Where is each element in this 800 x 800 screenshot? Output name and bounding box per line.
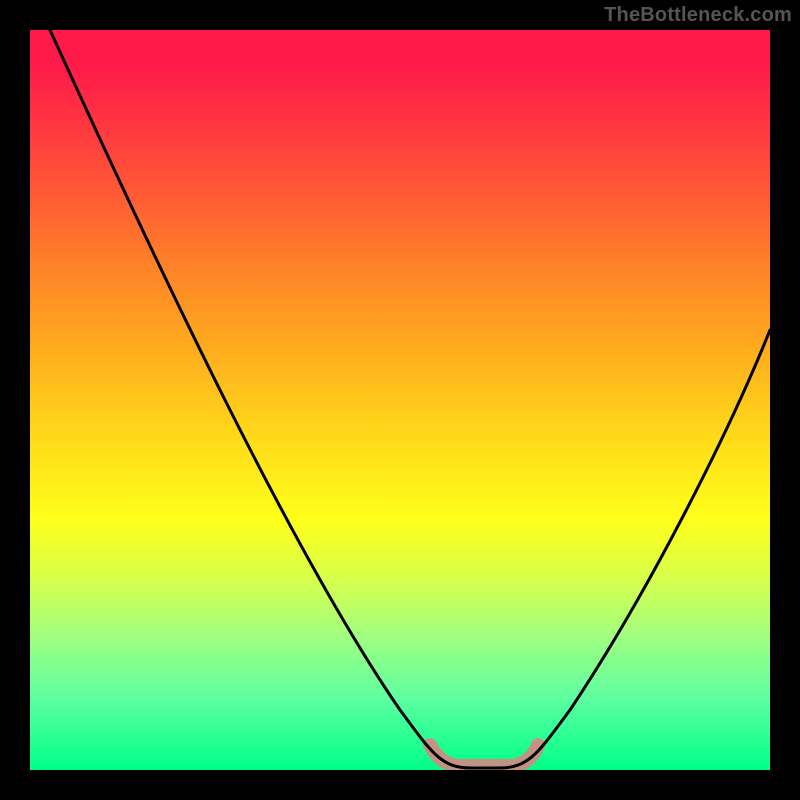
bottleneck-curve (30, 30, 770, 770)
curve-path (50, 30, 770, 768)
watermark-text: TheBottleneck.com (604, 4, 792, 27)
chart-frame: TheBottleneck.com (0, 0, 800, 800)
plot-area (30, 30, 770, 770)
